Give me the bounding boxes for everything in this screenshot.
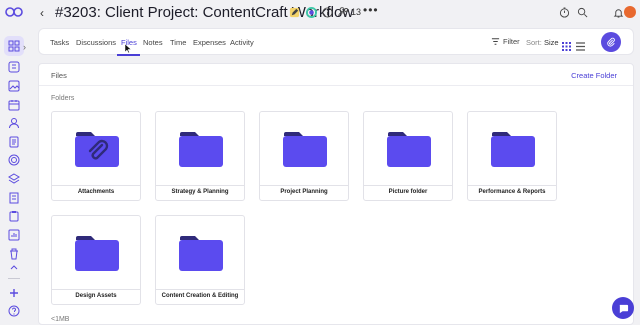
calendar-icon[interactable] bbox=[7, 98, 20, 111]
chat-button[interactable] bbox=[612, 297, 634, 319]
tab-tasks[interactable]: Tasks bbox=[50, 38, 69, 47]
chat-bubble-icon bbox=[619, 304, 628, 313]
status-ring-icon[interactable] bbox=[305, 6, 317, 18]
folder-divider bbox=[156, 185, 244, 186]
timer-icon[interactable] bbox=[558, 6, 570, 18]
folder-icon bbox=[179, 236, 223, 271]
active-tab-indicator bbox=[117, 54, 140, 56]
size-group-label: <1MB bbox=[51, 316, 70, 323]
bell-icon[interactable] bbox=[612, 6, 624, 18]
folder-divider bbox=[156, 289, 244, 290]
more-options-icon[interactable]: ••• bbox=[363, 3, 379, 17]
folder-divider bbox=[364, 185, 452, 186]
left-nav-rail: › bbox=[0, 0, 30, 325]
folder-name: Performance & Reports bbox=[478, 189, 546, 195]
search-icon[interactable] bbox=[576, 6, 588, 18]
folder-name: Attachments bbox=[77, 189, 115, 195]
sort-button[interactable]: Sort: Size bbox=[526, 38, 559, 47]
folder-icon bbox=[387, 132, 431, 167]
folder-card[interactable]: Design Assets bbox=[51, 215, 141, 305]
expand-nav-icon[interactable]: › bbox=[23, 42, 26, 52]
invoice-icon[interactable] bbox=[7, 191, 20, 204]
app-logo-icon[interactable] bbox=[5, 5, 23, 19]
folder-icon bbox=[283, 132, 327, 167]
collapse-icon[interactable] bbox=[7, 263, 20, 271]
info-icon[interactable] bbox=[321, 6, 333, 18]
documents-icon[interactable] bbox=[7, 135, 20, 148]
folder-name: Content Creation & Editing bbox=[161, 293, 239, 299]
folder-divider bbox=[52, 185, 140, 186]
folders-heading: Folders bbox=[51, 95, 75, 102]
folder-divider bbox=[468, 185, 556, 186]
image-icon[interactable] bbox=[7, 79, 20, 92]
folder-icon bbox=[75, 236, 119, 271]
target-icon[interactable] bbox=[7, 153, 20, 166]
filter-button[interactable]: Filter bbox=[491, 37, 520, 46]
sort-value: Size bbox=[543, 38, 559, 47]
create-folder-button[interactable]: Create Folder bbox=[571, 71, 617, 80]
folder-name: Project Planning bbox=[280, 189, 328, 195]
tab-time[interactable]: Time bbox=[170, 38, 186, 47]
folder-icon bbox=[179, 132, 223, 167]
trash-icon[interactable] bbox=[7, 247, 20, 260]
mouse-cursor-icon bbox=[125, 44, 131, 53]
tab-discussions[interactable]: Discussions bbox=[76, 38, 116, 47]
dashboard-grid-icon[interactable] bbox=[4, 36, 24, 56]
attach-file-button[interactable] bbox=[601, 32, 621, 52]
grid-view-icon[interactable] bbox=[562, 38, 571, 51]
clipboard-icon[interactable] bbox=[7, 209, 20, 222]
people-icon[interactable] bbox=[7, 116, 20, 129]
folder-card[interactable]: Content Creation & Editing bbox=[155, 215, 245, 305]
list-view-icon[interactable] bbox=[576, 38, 585, 51]
folder-card[interactable]: Project Planning bbox=[259, 111, 349, 201]
filter-label: Filter bbox=[503, 37, 520, 46]
page-header: ‹ #3203: Client Project: ContentCraft Wo… bbox=[30, 0, 640, 26]
tab-expenses[interactable]: Expenses bbox=[193, 38, 226, 47]
help-icon[interactable] bbox=[7, 304, 20, 317]
members-count[interactable]: 13 bbox=[338, 6, 361, 17]
files-title: Files bbox=[51, 71, 67, 80]
user-avatar[interactable] bbox=[624, 6, 636, 18]
folder-icon bbox=[75, 132, 119, 167]
add-icon[interactable] bbox=[7, 286, 20, 299]
folder-divider bbox=[260, 185, 348, 186]
folder-card[interactable]: Attachments bbox=[51, 111, 141, 201]
paperclip-icon bbox=[607, 37, 615, 47]
folder-card[interactable]: Performance & Reports bbox=[467, 111, 557, 201]
chevron-left-icon[interactable]: ‹ bbox=[40, 6, 44, 20]
panel-divider bbox=[39, 85, 633, 86]
folder-divider bbox=[52, 289, 140, 290]
pencil-edit-icon[interactable] bbox=[288, 6, 300, 18]
folder-icon bbox=[491, 132, 535, 167]
layers-icon[interactable] bbox=[7, 172, 20, 185]
folder-name: Design Assets bbox=[75, 293, 117, 299]
files-panel: Files Create Folder Folders Attachments S… bbox=[38, 63, 634, 325]
folder-name: Picture folder bbox=[388, 189, 428, 195]
members-icon bbox=[338, 7, 349, 17]
folder-name: Strategy & Planning bbox=[171, 189, 229, 195]
projects-icon[interactable] bbox=[7, 60, 20, 73]
members-count-label: 13 bbox=[351, 6, 362, 17]
rail-divider bbox=[8, 278, 20, 279]
sort-prefix: Sort: bbox=[526, 38, 542, 47]
filter-icon bbox=[491, 38, 500, 45]
folder-card[interactable]: Strategy & Planning bbox=[155, 111, 245, 201]
reports-icon[interactable] bbox=[7, 228, 20, 241]
tab-notes[interactable]: Notes bbox=[143, 38, 163, 47]
tab-activity[interactable]: Activity bbox=[230, 38, 254, 47]
folder-card[interactable]: Picture folder bbox=[363, 111, 453, 201]
